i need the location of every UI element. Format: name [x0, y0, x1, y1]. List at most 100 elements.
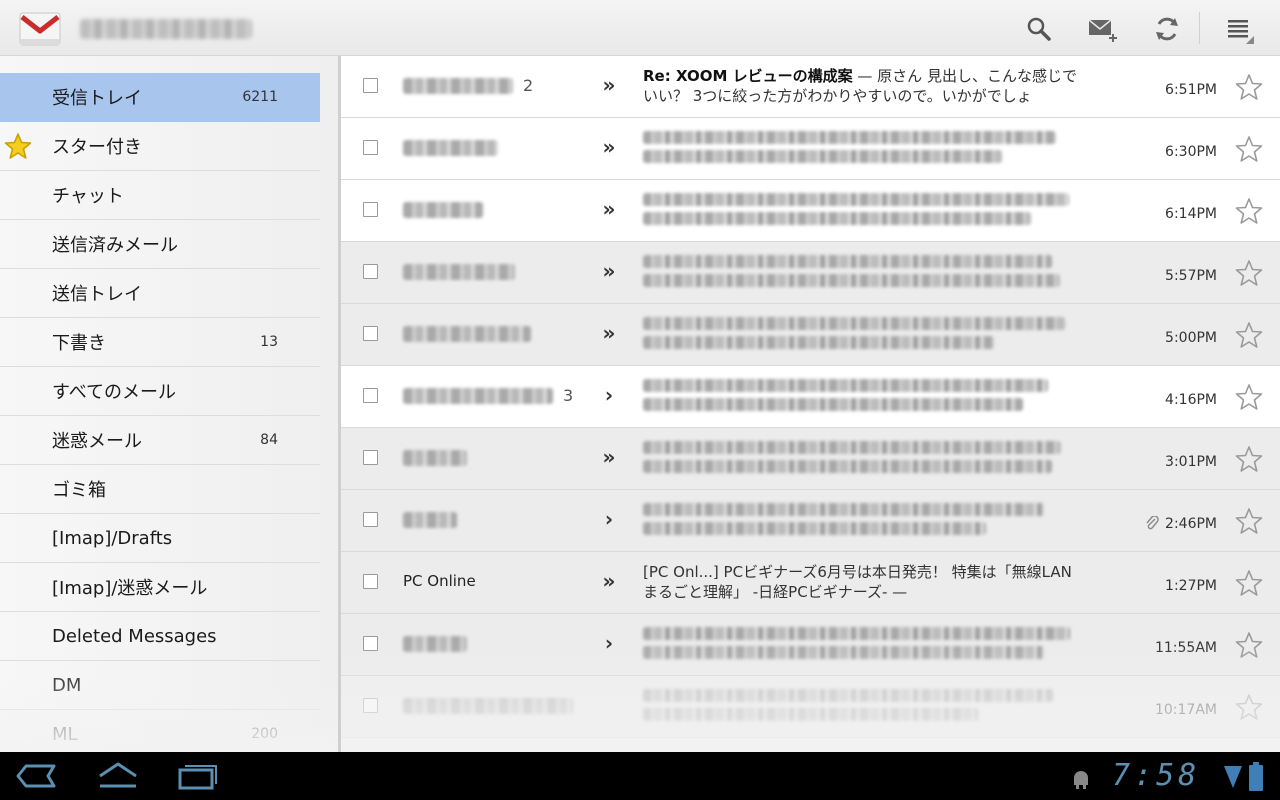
subject-redacted: [643, 255, 1073, 291]
received-time: 11:55AM: [1154, 640, 1217, 656]
conversation-row[interactable]: 10:17AM: [341, 676, 1280, 738]
sender-name-redacted: [403, 326, 531, 342]
star-outline-icon[interactable]: [1235, 383, 1263, 411]
star-outline-icon[interactable]: [1235, 569, 1263, 597]
folder-item[interactable]: 送信トレイ: [0, 269, 320, 318]
star-toggle[interactable]: [1235, 631, 1263, 659]
star-outline-icon[interactable]: [1235, 693, 1263, 721]
conversation-row[interactable]: › 11:55AM: [341, 614, 1280, 676]
search-icon: [1027, 17, 1051, 41]
star-toggle[interactable]: [1235, 693, 1263, 721]
folder-count: 200: [251, 726, 278, 742]
menu-icon: [1228, 20, 1254, 44]
folder-label: DM: [52, 674, 82, 696]
select-checkbox[interactable]: [363, 326, 378, 341]
account-name[interactable]: [80, 19, 252, 39]
select-checkbox[interactable]: [363, 636, 378, 651]
conversation-row[interactable]: » 6:14PM: [341, 180, 1280, 242]
folder-label: チャット: [52, 186, 124, 207]
thread-indicator: »: [602, 259, 616, 283]
star-toggle[interactable]: [1235, 383, 1263, 411]
folder-item[interactable]: [Imap]/Drafts: [0, 514, 320, 563]
folder-item[interactable]: ML 200: [0, 710, 320, 752]
received-time: 6:14PM: [1165, 206, 1217, 222]
thread-indicator: ›: [604, 631, 614, 655]
conversation-row[interactable]: » 5:57PM: [341, 242, 1280, 304]
folder-label: [Imap]/迷惑メール: [52, 578, 208, 599]
thread-indicator: »: [602, 135, 616, 159]
folder-label: ML: [52, 723, 78, 745]
star-toggle[interactable]: [1235, 569, 1263, 597]
folder-item[interactable]: [Imap]/迷惑メール: [0, 563, 320, 612]
star-outline-icon[interactable]: [1235, 445, 1263, 473]
select-checkbox[interactable]: [363, 140, 378, 155]
folder-item[interactable]: ゴミ箱: [0, 465, 320, 514]
conversation-row[interactable]: › 2:46PM: [341, 490, 1280, 552]
star-toggle[interactable]: [1235, 507, 1263, 535]
folder-item[interactable]: 迷惑メール 84: [0, 416, 320, 465]
folder-item[interactable]: チャット: [0, 171, 320, 220]
snippet: [PC Onl...] PCビギナーズ6月号は本日発売！ 特集は「無線LAN ま…: [643, 563, 1083, 601]
thread-count: 2: [523, 76, 534, 95]
folder-item[interactable]: 受信トレイ 6211: [0, 73, 320, 122]
search-button[interactable]: [1022, 12, 1056, 46]
subject-redacted: [643, 627, 1073, 663]
select-checkbox[interactable]: [363, 202, 378, 217]
select-checkbox[interactable]: [363, 698, 378, 713]
subject-snippet: Re: XOOM レビューの構成案 — 原さん 見出し、こんな感じでいい？ 3つ…: [643, 66, 1083, 108]
star-outline-icon[interactable]: [1235, 135, 1263, 163]
select-checkbox[interactable]: [363, 450, 378, 465]
battery-icon: [1249, 762, 1263, 791]
home-icon[interactable]: [96, 760, 140, 792]
folder-item[interactable]: 送信済みメール: [0, 220, 320, 269]
conversation-row[interactable]: » 3:01PM: [341, 428, 1280, 490]
select-checkbox[interactable]: [363, 388, 378, 403]
refresh-button[interactable]: [1150, 12, 1184, 46]
received-time: 5:57PM: [1165, 268, 1217, 284]
conversation-row[interactable]: » 6:30PM: [341, 118, 1280, 180]
folder-item[interactable]: DM: [0, 661, 320, 710]
toolbar-divider: [1199, 12, 1200, 44]
star-toggle[interactable]: [1235, 197, 1263, 225]
conversation-row[interactable]: 3 › 4:16PM: [341, 366, 1280, 428]
folder-item[interactable]: スター付き: [0, 122, 320, 171]
star-outline-icon[interactable]: [1235, 197, 1263, 225]
folder-item[interactable]: すべてのメール: [0, 367, 320, 416]
back-icon[interactable]: [14, 760, 58, 792]
select-checkbox[interactable]: [363, 512, 378, 527]
sender-name-redacted: [403, 512, 457, 528]
select-checkbox[interactable]: [363, 574, 378, 589]
star-toggle[interactable]: [1235, 73, 1263, 101]
gmail-logo-icon[interactable]: [18, 9, 62, 49]
star-outline-icon[interactable]: [1235, 73, 1263, 101]
subject-redacted: [643, 441, 1073, 477]
clock: 7:58: [1112, 758, 1201, 793]
conversation-row[interactable]: » 5:00PM: [341, 304, 1280, 366]
star-toggle[interactable]: [1235, 445, 1263, 473]
folder-label: 送信済みメール: [52, 235, 178, 256]
star-outline-icon[interactable]: [1235, 631, 1263, 659]
overflow-menu-button[interactable]: [1222, 12, 1256, 46]
compose-button[interactable]: [1086, 12, 1120, 46]
folder-item[interactable]: Deleted Messages: [0, 612, 320, 661]
sender-name-redacted: [403, 698, 573, 714]
star-outline-icon[interactable]: [1235, 507, 1263, 535]
select-checkbox[interactable]: [363, 78, 378, 93]
conversation-row[interactable]: PC Online » [PC Onl...] PCビギナーズ6月号は本日発売！ 特…: [341, 552, 1280, 614]
star-toggle[interactable]: [1235, 321, 1263, 349]
signal-icon: [1224, 766, 1242, 788]
subject-redacted: [643, 317, 1073, 353]
received-time: 3:01PM: [1165, 454, 1217, 470]
folder-item[interactable]: 下書き 13: [0, 318, 320, 367]
star-outline-icon[interactable]: [1235, 259, 1263, 287]
star-toggle[interactable]: [1235, 259, 1263, 287]
received-time: 2:46PM: [1165, 516, 1217, 532]
conversation-row[interactable]: 2 » Re: XOOM レビューの構成案 — 原さん 見出し、こんな感じでいい？ …: [341, 56, 1280, 118]
star-outline-icon[interactable]: [1235, 321, 1263, 349]
star-toggle[interactable]: [1235, 135, 1263, 163]
folder-label: 送信トレイ: [52, 284, 142, 305]
recent-apps-icon[interactable]: [176, 760, 220, 792]
thread-indicator: »: [602, 197, 616, 221]
sender-name-redacted: [403, 636, 467, 652]
select-checkbox[interactable]: [363, 264, 378, 279]
